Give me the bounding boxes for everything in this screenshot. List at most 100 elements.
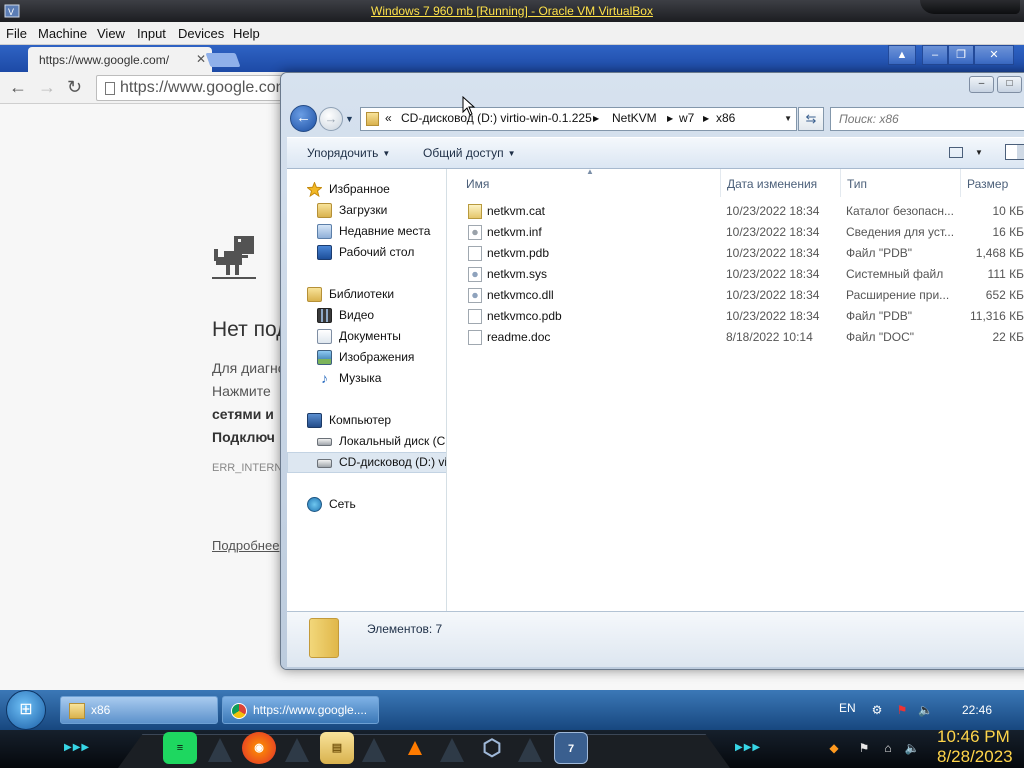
nav-item-local-disk[interactable]: Локальный диск (C:) — [287, 431, 446, 452]
host-tray-flag-icon[interactable]: ⚑ — [856, 740, 872, 756]
windows-vm-icon[interactable]: 7 — [554, 732, 588, 764]
views-icon[interactable] — [949, 147, 963, 158]
menu-help[interactable]: Help — [233, 26, 260, 41]
vm-window-title: Windows 7 960 mb [Running] - Oracle VM V… — [371, 4, 653, 18]
maximize-button[interactable]: ❐ — [948, 45, 974, 65]
nav-label: Библиотеки — [329, 287, 395, 301]
nav-item-videos[interactable]: Видео — [287, 305, 446, 326]
back-arrow-icon[interactable]: ← — [9, 77, 27, 98]
explorer-forward-button[interactable]: → — [319, 107, 343, 131]
safely-remove-icon[interactable]: ⚙ — [870, 703, 884, 717]
column-header-type[interactable]: Тип — [847, 177, 867, 191]
breadcrumb-x86[interactable]: x86 — [716, 111, 735, 125]
breadcrumb-netkvm[interactable]: NetKVM — [612, 111, 657, 125]
details-link[interactable]: Подробнее — [212, 538, 279, 553]
taskbar-button-label: x86 — [91, 703, 111, 717]
nav-item-music[interactable]: ♪ Музыка — [287, 368, 446, 389]
preview-pane-icon[interactable] — [1005, 144, 1024, 160]
explorer-minimize-button[interactable]: – — [969, 76, 994, 93]
nav-item-libraries[interactable]: Библиотеки — [287, 284, 446, 305]
menu-view[interactable]: View — [97, 26, 125, 41]
host-clock-date[interactable]: 8/28/2023 — [937, 747, 1013, 767]
menu-file[interactable]: File — [6, 26, 27, 41]
file-date: 10/23/2022 18:34 — [726, 246, 820, 260]
menu-devices[interactable]: Devices — [178, 26, 224, 41]
breadcrumb-w7[interactable]: w7 — [679, 111, 694, 125]
breadcrumb-separator-icon[interactable]: ▶ — [593, 114, 599, 123]
host-tray-volume-icon[interactable]: 🔈 — [904, 740, 920, 756]
menu-input[interactable]: Input — [137, 26, 166, 41]
search-input[interactable]: Поиск: x86 — [830, 107, 1024, 131]
host-dock: ▶▶▶ ≡ ◉ ▤ ▲ ⬡ 7 ▶▶▶ ◆ ⚑ ⌂ 🔈 — [0, 730, 1024, 768]
nav-item-cd-drive[interactable]: CD-дисковод (D:) virtio-win-0.1.225 — [287, 452, 446, 473]
nav-item-recent[interactable]: Недавние места — [287, 221, 446, 242]
nav-item-network[interactable]: Сеть — [287, 494, 446, 515]
column-divider[interactable] — [840, 169, 841, 197]
close-window-button[interactable]: ✕ — [974, 45, 1014, 65]
taskbar-clock[interactable]: 22:46 — [962, 703, 992, 717]
nav-item-downloads[interactable]: Загрузки — [287, 200, 446, 221]
item-count: Элементов: 7 — [367, 622, 443, 636]
nav-item-documents[interactable]: Документы — [287, 326, 446, 347]
organize-button[interactable]: Упорядочить ▼ — [307, 146, 390, 160]
nav-item-favorites[interactable]: Избранное — [287, 179, 446, 200]
host-tray-app-icon[interactable]: ◆ — [826, 740, 842, 756]
nav-item-computer[interactable]: Компьютер — [287, 410, 446, 431]
action-center-flag-icon[interactable]: ⚑ — [895, 703, 909, 717]
reload-icon[interactable]: ↻ — [67, 77, 82, 98]
breadcrumb-separator-icon[interactable]: ▶ — [703, 114, 709, 123]
new-tab-button[interactable] — [205, 53, 241, 67]
menu-machine[interactable]: Machine — [38, 26, 87, 41]
column-header-name[interactable]: Имя — [466, 177, 489, 191]
breadcrumb-separator-icon[interactable]: ▶ — [667, 114, 673, 123]
taskbar-button-explorer[interactable]: x86 — [60, 696, 218, 724]
breadcrumb-overflow[interactable]: « — [385, 111, 392, 125]
file-manager-icon[interactable]: ▤ — [320, 732, 354, 764]
explorer-back-button[interactable]: ← — [290, 105, 317, 132]
host-tray-network-icon[interactable]: ⌂ — [880, 740, 896, 756]
minimize-button[interactable]: – — [922, 45, 948, 65]
address-bar[interactable]: « CD-дисковод (D:) virtio-win-0.1.225 ▶ … — [360, 107, 797, 131]
column-header-date[interactable]: Дата изменения — [727, 177, 817, 191]
volume-icon[interactable]: 🔈 — [918, 703, 933, 717]
explorer-maximize-button[interactable]: □ — [997, 76, 1022, 93]
nav-item-desktop[interactable]: Рабочий стол — [287, 242, 446, 263]
start-button[interactable]: ⊞ — [6, 690, 46, 730]
table-row[interactable]: netkvm.pdb 10/23/2022 18:34 Файл "PDB" 1… — [448, 243, 1024, 264]
video-icon — [317, 308, 332, 323]
column-header-size[interactable]: Размер — [967, 177, 1008, 191]
table-row[interactable]: netkvmco.pdb 10/23/2022 18:34 Файл "PDB"… — [448, 306, 1024, 327]
table-row[interactable]: netkvmco.dll 10/23/2022 18:34 Расширение… — [448, 285, 1024, 306]
language-indicator[interactable]: EN — [839, 701, 856, 715]
close-tab-icon[interactable]: ✕ — [196, 52, 206, 66]
spotify-icon[interactable]: ≡ — [163, 732, 197, 764]
page-info-icon[interactable] — [105, 82, 115, 95]
column-divider[interactable] — [960, 169, 961, 197]
nav-label: Документы — [339, 329, 401, 343]
file-date: 10/23/2022 18:34 — [726, 309, 820, 323]
host-clock-time[interactable]: 10:46 PM — [937, 727, 1010, 747]
refresh-button[interactable]: ⇆ — [798, 107, 824, 131]
taskbar-button-chrome[interactable]: https://www.google.... — [222, 696, 379, 724]
chrome-tab[interactable]: https://www.google.com/ ✕ — [28, 47, 212, 73]
profile-icon[interactable]: ▲ — [888, 45, 916, 65]
breadcrumb-cd-drive[interactable]: CD-дисковод (D:) virtio-win-0.1.225 — [401, 111, 592, 125]
table-row[interactable]: netkvm.cat 10/23/2022 18:34 Каталог безо… — [448, 201, 1024, 222]
address-dropdown-icon[interactable]: ▼ — [784, 114, 792, 123]
table-row[interactable]: netkvm.inf 10/23/2022 18:34 Сведения для… — [448, 222, 1024, 243]
explorer-window: – □ ← → ▼ « CD-дисковод (D:) virtio-win-… — [280, 72, 1024, 670]
title-decoration — [920, 0, 1020, 14]
table-row[interactable]: readme.doc 8/18/2022 10:14 Файл "DOC" 22… — [448, 327, 1024, 348]
firefox-icon[interactable]: ◉ — [242, 732, 276, 764]
column-divider[interactable] — [720, 169, 721, 197]
share-button[interactable]: Общий доступ ▼ — [423, 146, 516, 160]
vlc-icon[interactable]: ▲ — [398, 732, 432, 764]
recent-pages-dropdown-icon[interactable]: ▼ — [345, 114, 354, 124]
forward-arrow-icon[interactable]: → — [38, 77, 56, 98]
nav-label: Изображения — [339, 350, 415, 364]
views-dropdown-icon[interactable]: ▼ — [975, 148, 983, 157]
virtualbox-dock-icon[interactable]: ⬡ — [475, 732, 509, 764]
file-name: netkvmco.pdb — [487, 309, 562, 323]
nav-item-pictures[interactable]: Изображения — [287, 347, 446, 368]
table-row[interactable]: netkvm.sys 10/23/2022 18:34 Системный фа… — [448, 264, 1024, 285]
